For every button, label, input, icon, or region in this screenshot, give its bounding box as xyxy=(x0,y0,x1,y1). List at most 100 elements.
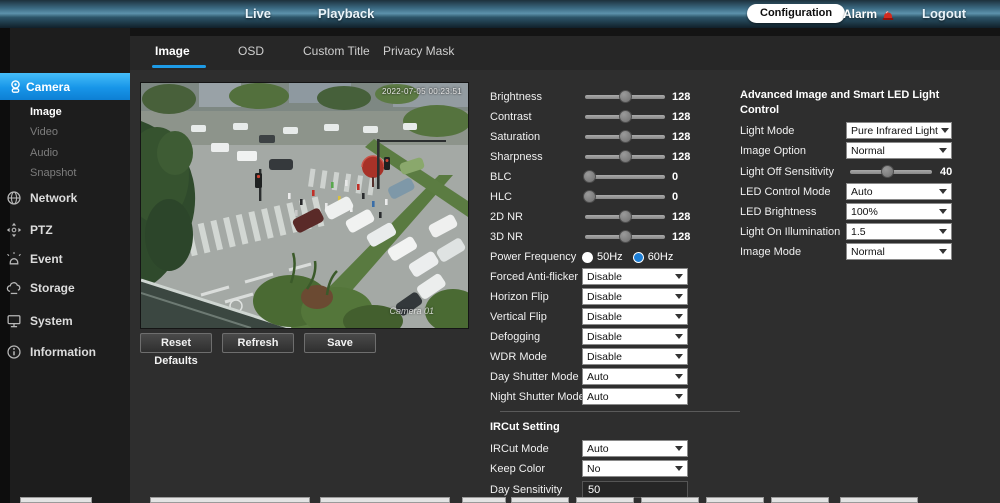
top-bar: Live Playback Configuration Alarm Logout xyxy=(0,0,1000,28)
led-control-mode-select[interactable]: Auto xyxy=(846,183,952,200)
radio-60hz-dot[interactable] xyxy=(633,252,644,263)
sidebar-network-label: Network xyxy=(30,191,77,205)
sidebar-item-system[interactable]: System xyxy=(0,311,130,331)
sharpness-slider-thumb[interactable] xyxy=(619,150,632,163)
sidebar: Camera Image Video Audio Snapshot Networ… xyxy=(0,28,130,503)
cutoff-element xyxy=(840,497,918,503)
nav-configuration[interactable]: Configuration xyxy=(747,4,845,23)
ircut-setting-heading: IRCut Setting xyxy=(490,420,560,435)
nr3d-slider-thumb[interactable] xyxy=(619,230,632,243)
vertical-flip-select[interactable]: Disable xyxy=(582,308,688,325)
light-off-sensitivity-slider[interactable] xyxy=(850,170,932,174)
live-preview[interactable]: 2022-07-05 00:23:51 Camera 01 xyxy=(140,82,469,329)
radio-50hz[interactable]: 50Hz xyxy=(582,251,623,263)
day-sensitivity-input[interactable] xyxy=(582,481,688,498)
ircut-mode-select[interactable]: Auto xyxy=(582,440,688,457)
forced-anti-flicker-label: Forced Anti-flicker xyxy=(490,267,578,287)
led-control-mode-value: Auto xyxy=(851,186,873,198)
refresh-button[interactable]: Refresh xyxy=(222,333,294,353)
night-shutter-mode-select[interactable]: Auto xyxy=(582,388,688,405)
storage-cloud-icon xyxy=(6,280,22,296)
blc-slider[interactable] xyxy=(585,175,665,179)
contrast-slider[interactable] xyxy=(585,115,665,119)
led-brightness-select[interactable]: 100% xyxy=(846,203,952,220)
light-mode-select[interactable]: Pure Infrared Light xyxy=(846,122,952,139)
sidebar-item-audio[interactable]: Audio xyxy=(30,146,58,160)
active-tab-underline xyxy=(152,65,206,68)
reset-defaults-button[interactable]: Reset Defaults xyxy=(140,333,212,353)
tab-osd[interactable]: OSD xyxy=(238,36,264,70)
image-mode-value: Normal xyxy=(851,246,885,258)
hlc-slider[interactable] xyxy=(585,195,665,199)
horizon-flip-value: Disable xyxy=(587,291,622,303)
system-monitor-icon xyxy=(6,313,22,329)
chevron-down-icon xyxy=(939,249,947,254)
sidebar-item-camera[interactable]: Camera xyxy=(0,73,130,100)
nr3d-slider[interactable] xyxy=(585,235,665,239)
defogging-label: Defogging xyxy=(490,327,540,347)
osd-timestamp: 2022-07-05 00:23:51 xyxy=(382,87,462,96)
forced-anti-flicker-select[interactable]: Disable xyxy=(582,268,688,285)
cutoff-element xyxy=(771,497,829,503)
blc-label: BLC xyxy=(490,167,511,187)
hlc-label: HLC xyxy=(490,187,512,207)
radio-50hz-dot[interactable] xyxy=(582,252,593,263)
sidebar-item-network[interactable]: Network xyxy=(0,188,130,208)
horizon-flip-select[interactable]: Disable xyxy=(582,288,688,305)
contrast-slider-thumb[interactable] xyxy=(619,110,632,123)
tab-custom-title[interactable]: Custom Title xyxy=(303,36,370,70)
saturation-value: 128 xyxy=(672,127,690,147)
day-shutter-mode-select[interactable]: Auto xyxy=(582,368,688,385)
nav-live[interactable]: Live xyxy=(245,0,271,28)
advanced-heading: Advanced Image and Smart LED Light Contr… xyxy=(740,88,950,118)
keep-color-select[interactable]: No xyxy=(582,460,688,477)
saturation-slider-thumb[interactable] xyxy=(619,130,632,143)
street-intersection-image xyxy=(141,83,468,328)
sidebar-item-video[interactable]: Video xyxy=(30,125,58,139)
contrast-value: 128 xyxy=(672,107,690,127)
light-off-sensitivity-thumb[interactable] xyxy=(881,165,894,178)
sidebar-system-label: System xyxy=(30,314,73,328)
blc-slider-thumb[interactable] xyxy=(583,170,596,183)
sidebar-item-information[interactable]: Information xyxy=(0,342,130,362)
image-mode-label: Image Mode xyxy=(740,242,801,262)
sidebar-item-snapshot[interactable]: Snapshot xyxy=(30,166,76,180)
light-off-sensitivity-label: Light Off Sensitivity xyxy=(740,162,834,182)
information-icon xyxy=(6,344,22,360)
image-option-select[interactable]: Normal xyxy=(846,142,952,159)
saturation-slider[interactable] xyxy=(585,135,665,139)
radio-60hz[interactable]: 60Hz xyxy=(633,251,674,263)
hlc-slider-thumb[interactable] xyxy=(583,190,596,203)
light-on-illumination-select[interactable]: 1.5 xyxy=(846,223,952,240)
save-button[interactable]: Save xyxy=(304,333,376,353)
sidebar-item-image[interactable]: Image xyxy=(30,105,62,119)
sharpness-slider[interactable] xyxy=(585,155,665,159)
brightness-slider[interactable] xyxy=(585,95,665,99)
nav-logout[interactable]: Logout xyxy=(922,0,966,28)
content-top-strip xyxy=(130,28,1000,36)
wdr-mode-value: Disable xyxy=(587,351,622,363)
nr2d-slider[interactable] xyxy=(585,215,665,219)
network-globe-icon xyxy=(6,190,22,206)
light-mode-value: Pure Infrared Light xyxy=(851,125,938,137)
sidebar-item-ptz[interactable]: PTZ xyxy=(0,220,130,240)
cutoff-element xyxy=(20,497,92,503)
sidebar-item-event[interactable]: Event xyxy=(0,249,130,269)
sidebar-event-label: Event xyxy=(30,252,63,266)
image-mode-select[interactable]: Normal xyxy=(846,243,952,260)
sidebar-item-storage[interactable]: Storage xyxy=(0,278,130,298)
tab-privacy-mask[interactable]: Privacy Mask xyxy=(383,36,454,70)
defogging-select[interactable]: Disable xyxy=(582,328,688,345)
nr2d-slider-thumb[interactable] xyxy=(619,210,632,223)
ptz-pad-icon xyxy=(6,222,22,238)
horizon-flip-label: Horizon Flip xyxy=(490,287,549,307)
cutoff-element xyxy=(641,497,699,503)
light-mode-label: Light Mode xyxy=(740,121,794,141)
nav-alarm[interactable]: Alarm xyxy=(843,0,895,28)
led-brightness-label: LED Brightness xyxy=(740,202,816,222)
wdr-mode-select[interactable]: Disable xyxy=(582,348,688,365)
nav-playback[interactable]: Playback xyxy=(318,0,374,28)
chevron-down-icon xyxy=(939,229,947,234)
keep-color-label: Keep Color xyxy=(490,459,545,479)
brightness-slider-thumb[interactable] xyxy=(619,90,632,103)
